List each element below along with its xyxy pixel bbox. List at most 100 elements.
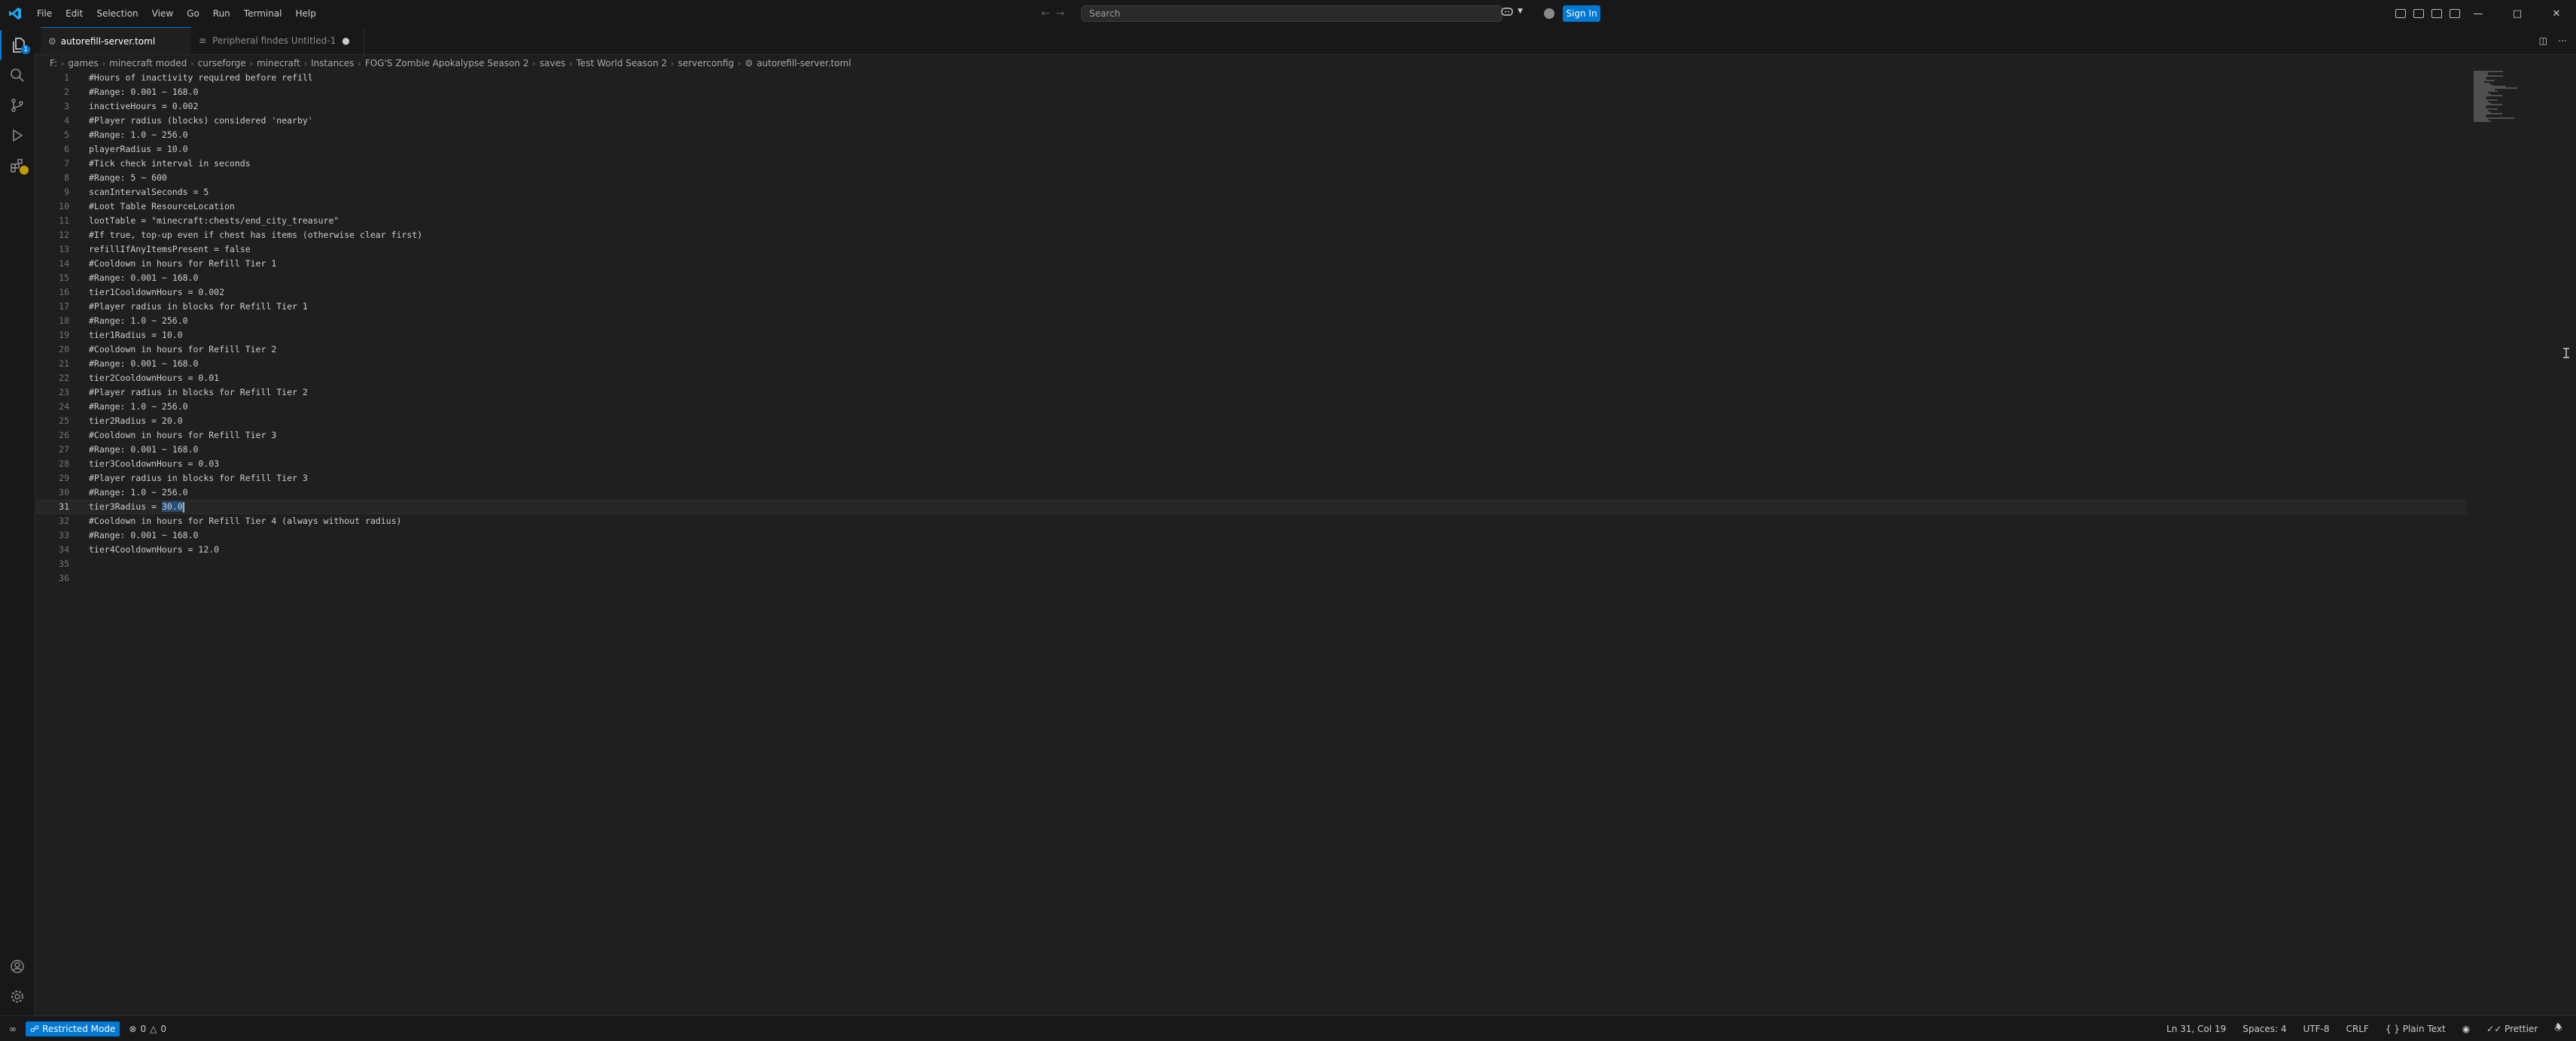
code-line[interactable]: 1 #Hours of inactivity required before re… — [35, 71, 2466, 85]
code-line[interactable]: 17 #Player radius in blocks for Refill Ti… — [35, 300, 2466, 314]
account-icon[interactable] — [1544, 8, 1554, 19]
code-line[interactable]: 9 scanIntervalSeconds = 5 — [35, 185, 2466, 199]
code-line[interactable]: 26 #Cooldown in hours for Refill Tier 3 — [35, 428, 2466, 443]
code-line[interactable]: 23 #Player radius in blocks for Refill Ti… — [35, 385, 2466, 400]
source-control-icon[interactable] — [0, 90, 35, 120]
breadcrumb-item[interactable]: Test World Season 2 — [577, 58, 668, 68]
menu-help[interactable]: Help — [289, 0, 323, 27]
breadcrumb-item[interactable]: autorefill-server.toml — [757, 58, 851, 68]
copilot-button[interactable]: ▼ — [1501, 6, 1523, 17]
cursor-position[interactable]: Ln 31, Col 19 — [2166, 1024, 2226, 1034]
unsaved-dot-icon[interactable]: ● — [342, 35, 349, 46]
code-line[interactable]: 27 #Range: 0.001 ~ 168.0 — [35, 443, 2466, 457]
explorer-icon[interactable]: 1 — [0, 30, 36, 60]
code-text: tier3CooldownHours = 0.03 — [89, 458, 220, 469]
breadcrumb-item[interactable]: F: — [50, 58, 57, 68]
code-line[interactable]: 19 tier1Radius = 10.0 — [35, 328, 2466, 342]
code-line[interactable]: 14 #Cooldown in hours for Refill Tier 1 — [35, 257, 2466, 271]
code-line[interactable]: 20 #Cooldown in hours for Refill Tier 2 — [35, 342, 2466, 357]
code-line[interactable]: 4 #Player radius (blocks) considered 'nea… — [35, 114, 2466, 128]
code-line[interactable]: 21 #Range: 0.001 ~ 168.0 — [35, 357, 2466, 371]
code-line[interactable]: 12 #If true, top-up even if chest has ite… — [35, 228, 2466, 242]
code-line[interactable]: 8 #Range: 5 ~ 600 — [35, 171, 2466, 185]
menu-terminal[interactable]: Terminal — [237, 0, 289, 27]
sign-in-button[interactable]: Sign In — [1563, 5, 1600, 22]
breadcrumb-item[interactable]: minecraft moded — [109, 58, 187, 68]
code-line[interactable]: 15 #Range: 0.001 ~ 168.0 — [35, 271, 2466, 285]
code-line[interactable]: 16 tier1CooldownHours = 0.002 — [35, 285, 2466, 300]
maximize-icon[interactable]: □ — [2498, 0, 2537, 27]
tab-peripheral-findes[interactable]: ≡ Peripheral findes Untitled-1 ● — [191, 27, 364, 54]
menu-view[interactable]: View — [145, 0, 180, 27]
code-text: playerRadius = 10.0 — [89, 144, 188, 154]
restricted-mode-badge[interactable]: ☍ Restricted Mode — [26, 1021, 120, 1036]
menu-edit[interactable]: Edit — [59, 0, 90, 27]
menu-selection[interactable]: Selection — [90, 0, 145, 27]
code-line[interactable]: 10 #Loot Table ResourceLocation — [35, 199, 2466, 214]
code-line[interactable]: 13 refillIfAnyItemsPresent = false — [35, 242, 2466, 257]
code-line[interactable]: 5 #Range: 1.0 ~ 256.0 — [35, 128, 2466, 142]
code-line[interactable]: 2 #Range: 0.001 ~ 168.0 — [35, 85, 2466, 99]
code-line[interactable]: 29 #Player radius in blocks for Refill Ti… — [35, 471, 2466, 485]
code-line[interactable]: 31 tier3Radius = 30.0 — [35, 500, 2466, 514]
breadcrumb-item[interactable]: curseforge — [198, 58, 246, 68]
formatter[interactable]: ✓✓ Prettier — [2486, 1024, 2538, 1034]
breadcrumb-item[interactable]: minecraft — [257, 58, 300, 68]
code-line[interactable]: 28 tier3CooldownHours = 0.03 — [35, 457, 2466, 471]
menu-run[interactable]: Run — [206, 0, 237, 27]
code-line[interactable]: 18 #Range: 1.0 ~ 256.0 — [35, 314, 2466, 328]
breadcrumb-item[interactable]: serverconfig — [678, 58, 734, 68]
minimize-icon[interactable]: — — [2459, 0, 2498, 27]
breadcrumb-item[interactable]: saves — [540, 58, 565, 68]
code-line[interactable]: 3 inactiveHours = 0.002 — [35, 99, 2466, 114]
extensions-badge — [20, 166, 29, 175]
search-input[interactable]: Search — [1081, 5, 1503, 22]
code-editor[interactable]: 1 #Hours of inactivity required before re… — [35, 71, 2576, 1015]
close-icon[interactable]: ✕ — [2537, 0, 2576, 27]
code-line[interactable]: 36 — [35, 571, 2466, 586]
toggle-primary-sidebar-icon[interactable] — [2395, 9, 2406, 18]
split-editor-icon[interactable]: ◫ — [2539, 35, 2547, 46]
code-line[interactable]: 33 #Range: 0.001 ~ 168.0 — [35, 528, 2466, 543]
toggle-panel-icon[interactable] — [2413, 9, 2424, 18]
breadcrumb-item[interactable]: FOG'S Zombie Apokalypse Season 2 — [365, 58, 529, 68]
notifications-bell-icon[interactable]: 🕭 — [2554, 1021, 2562, 1036]
line-number: 13 — [59, 244, 69, 254]
accounts-icon[interactable] — [0, 951, 35, 982]
code-line[interactable]: 30 #Range: 1.0 ~ 256.0 — [35, 485, 2466, 500]
code-line[interactable]: 34 tier4CooldownHours = 12.0 — [35, 543, 2466, 557]
remote-icon[interactable]: ∞ — [0, 1016, 26, 1041]
problems-indicator[interactable]: ⊗ 0 △ 0 — [129, 1024, 166, 1034]
breadcrumb-item[interactable]: Instances — [311, 58, 354, 68]
menu-go[interactable]: Go — [180, 0, 206, 27]
text-cursor-icon — [2562, 348, 2569, 358]
line-number: 25 — [59, 415, 69, 426]
language-mode[interactable]: { } Plain Text — [2386, 1024, 2446, 1034]
chevron-down-icon[interactable]: ▼ — [1518, 8, 1523, 15]
run-debug-icon[interactable] — [0, 120, 35, 151]
copilot-status-icon[interactable]: ◉ — [2462, 1024, 2470, 1034]
code-line[interactable]: 22 tier2CooldownHours = 0.01 — [35, 371, 2466, 385]
back-arrow-icon[interactable]: ← — [1041, 8, 1050, 20]
code-text: #Range: 1.0 ~ 256.0 — [89, 315, 188, 326]
extensions-icon[interactable] — [0, 151, 35, 181]
code-line[interactable]: 25 tier2Radius = 20.0 — [35, 414, 2466, 428]
forward-arrow-icon[interactable]: → — [1056, 8, 1065, 20]
code-line[interactable]: 7 #Tick check interval in seconds — [35, 157, 2466, 171]
breadcrumb-item[interactable]: games — [68, 58, 98, 68]
minimap[interactable] — [2474, 71, 2526, 123]
line-ending[interactable]: CRLF — [2346, 1024, 2369, 1034]
encoding[interactable]: UTF-8 — [2303, 1024, 2330, 1034]
gear-icon[interactable] — [0, 982, 35, 1012]
tab-autorefill-server[interactable]: ⚙ autorefill-server.toml — [41, 27, 191, 54]
code-line[interactable]: 6 playerRadius = 10.0 — [35, 142, 2466, 157]
menu-file[interactable]: File — [30, 0, 59, 27]
code-line[interactable]: 35 — [35, 557, 2466, 571]
code-line[interactable]: 32 #Cooldown in hours for Refill Tier 4 (… — [35, 514, 2466, 528]
code-line[interactable]: 11 lootTable = "minecraft:chests/end_city… — [35, 214, 2466, 228]
more-actions-icon[interactable]: ⋯ — [2558, 35, 2567, 46]
toggle-secondary-sidebar-icon[interactable] — [2431, 9, 2442, 18]
code-line[interactable]: 24 #Range: 1.0 ~ 256.0 — [35, 400, 2466, 414]
indentation[interactable]: Spaces: 4 — [2243, 1024, 2286, 1034]
search-icon[interactable] — [0, 60, 35, 90]
